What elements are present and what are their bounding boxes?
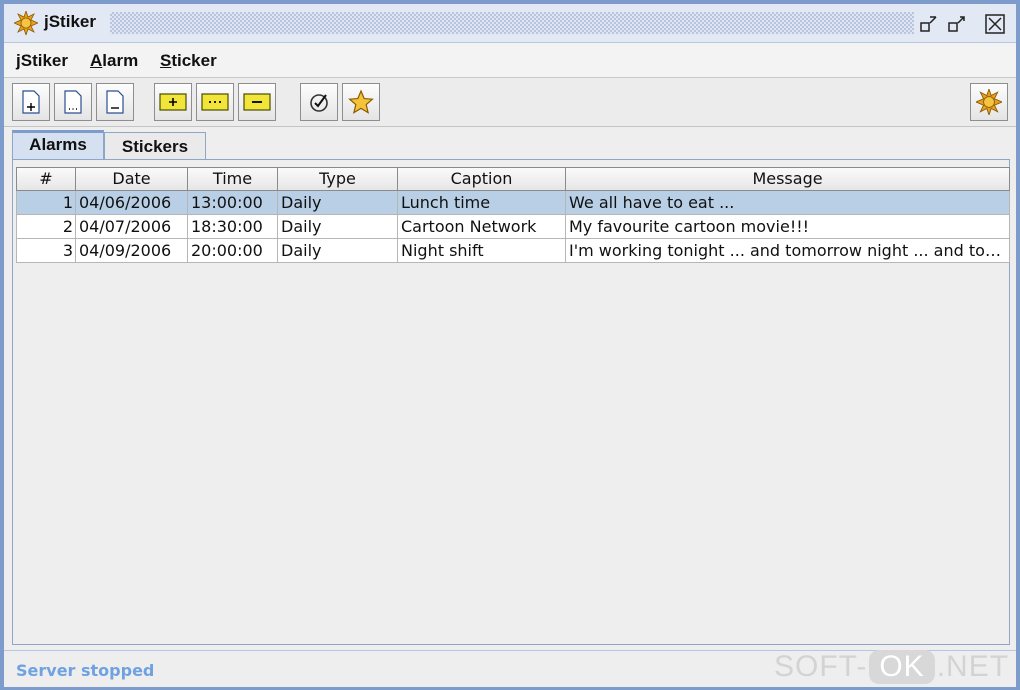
- cell-number: 1: [16, 191, 76, 215]
- edit-alarm-icon: [64, 90, 82, 114]
- cell-date: 04/07/2006: [76, 215, 188, 239]
- close-icon[interactable]: [984, 13, 1006, 35]
- title-bar-pattern: [110, 12, 914, 34]
- cell-date: 04/06/2006: [76, 191, 188, 215]
- delete-sticker-button[interactable]: [238, 83, 276, 121]
- cell-number: 3: [16, 239, 76, 263]
- check-icon: [310, 94, 328, 112]
- window-title: jStiker: [44, 12, 96, 31]
- column-header-message[interactable]: Message: [566, 167, 1010, 191]
- edit-alarm-button[interactable]: [54, 83, 92, 121]
- new-alarm-icon: [22, 90, 40, 114]
- cell-caption: Cartoon Network: [398, 215, 566, 239]
- cell-time: 20:00:00: [188, 239, 278, 263]
- app-window: jStiker jStiker Alarm Sticker Alarms Sti…: [0, 0, 1020, 690]
- edit-sticker-icon: [201, 93, 229, 111]
- cell-time: 13:00:00: [188, 191, 278, 215]
- column-header-type[interactable]: Type: [278, 167, 398, 191]
- new-alarm-button[interactable]: [12, 83, 50, 121]
- minimize-icon[interactable]: [918, 13, 940, 35]
- cell-message: We all have to eat ...: [566, 191, 1010, 215]
- cell-time: 18:30:00: [188, 215, 278, 239]
- check-button[interactable]: [300, 83, 338, 121]
- menu-sticker[interactable]: Sticker: [160, 51, 217, 71]
- favorite-button[interactable]: [342, 83, 380, 121]
- maximize-icon[interactable]: [946, 13, 968, 35]
- new-sticker-icon: [159, 93, 187, 111]
- cell-caption: Lunch time: [398, 191, 566, 215]
- delete-alarm-icon: [106, 90, 124, 114]
- cell-number: 2: [16, 215, 76, 239]
- cell-date: 04/09/2006: [76, 239, 188, 263]
- menu-jstiker[interactable]: jStiker: [16, 51, 68, 71]
- tab-alarms[interactable]: Alarms: [12, 130, 104, 160]
- settings-button[interactable]: [970, 83, 1008, 121]
- title-bar[interactable]: jStiker: [4, 4, 1016, 43]
- delete-alarm-button[interactable]: [96, 83, 134, 121]
- new-sticker-button[interactable]: [154, 83, 192, 121]
- cell-message: I'm working tonight ... and tomorrow nig…: [566, 239, 1010, 263]
- toolbar: [4, 78, 1016, 127]
- tab-stickers[interactable]: Stickers: [104, 132, 206, 160]
- delete-sticker-icon: [243, 93, 271, 111]
- cell-caption: Night shift: [398, 239, 566, 263]
- table-row[interactable]: 3 04/09/2006 20:00:00 Daily Night shift …: [16, 239, 1010, 263]
- star-icon: [348, 89, 374, 114]
- table-row[interactable]: 2 04/07/2006 18:30:00 Daily Cartoon Netw…: [16, 215, 1010, 239]
- table-header: # Date Time Type Caption Message: [16, 167, 1010, 191]
- watermark: SOFT- OK .NET: [774, 650, 1010, 684]
- cell-type: Daily: [278, 215, 398, 239]
- menu-alarm[interactable]: Alarm: [90, 51, 138, 71]
- column-header-caption[interactable]: Caption: [398, 167, 566, 191]
- alarms-table: # Date Time Type Caption Message 1 04/06…: [16, 167, 1010, 263]
- cell-message: My favourite cartoon movie!!!: [566, 215, 1010, 239]
- table-row[interactable]: 1 04/06/2006 13:00:00 Daily Lunch time W…: [16, 191, 1010, 215]
- column-header-date[interactable]: Date: [76, 167, 188, 191]
- edit-sticker-button[interactable]: [196, 83, 234, 121]
- column-header-time[interactable]: Time: [188, 167, 278, 191]
- cell-type: Daily: [278, 239, 398, 263]
- sun-gear-icon: [14, 11, 38, 35]
- settings-gear-icon: [976, 89, 1002, 115]
- menu-bar: jStiker Alarm Sticker: [4, 43, 1016, 78]
- column-header-number[interactable]: #: [16, 167, 76, 191]
- status-text: Server stopped: [16, 661, 155, 680]
- cell-type: Daily: [278, 191, 398, 215]
